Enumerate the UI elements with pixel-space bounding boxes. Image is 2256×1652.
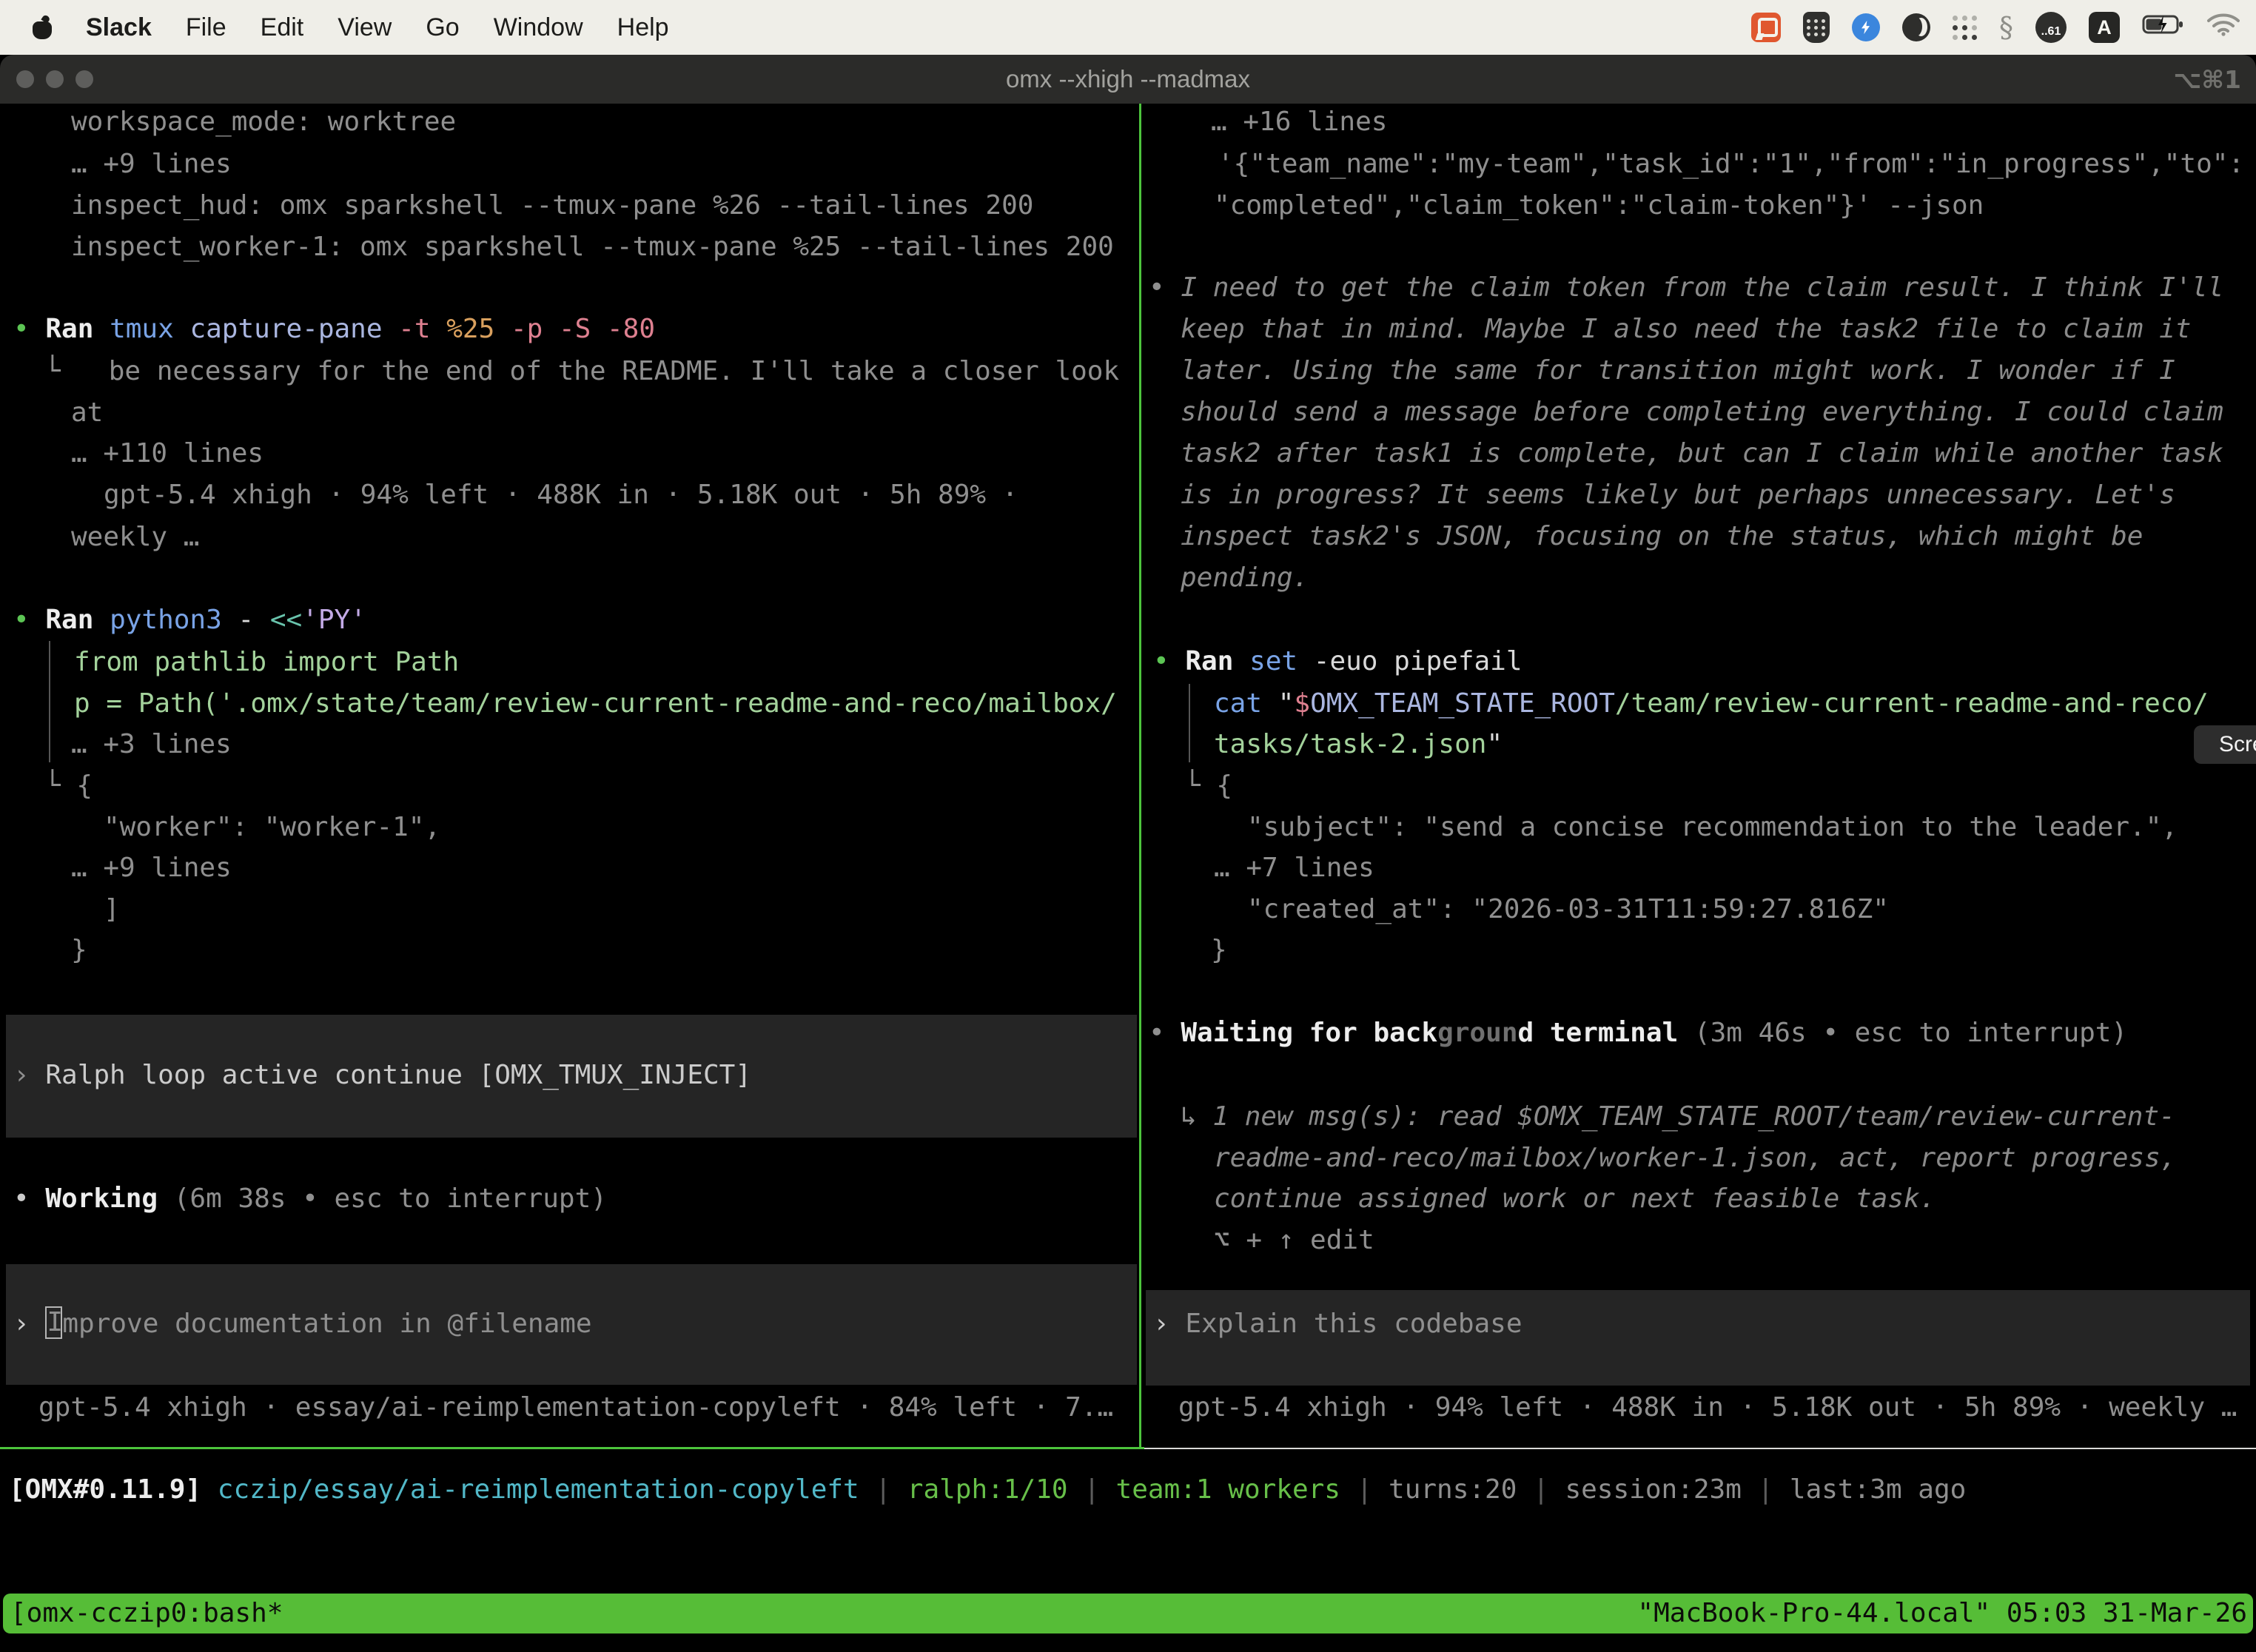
terminal-line: inspect_hud: omx sparkshell --tmux-pane …: [71, 185, 1033, 226]
waiting-status-line: • Waiting for background terminal (3m 46…: [1149, 1013, 2127, 1054]
omx-status-line: [OMX#0.11.9] cczip/essay/ai-reimplementa…: [9, 1469, 1966, 1511]
terminal-line: "created_at": "2026-03-31T11:59:27.816Z": [1247, 889, 1889, 930]
indent-rule: [1189, 684, 1190, 762]
terminal-line: continue assigned work or next feasible …: [1214, 1178, 1936, 1220]
terminal-line: pending.: [1181, 557, 1309, 599]
tmux-session-label: [omx-cczip0:bash*: [10, 1594, 283, 1633]
reasoning-line: • I need to get the claim token from the…: [1149, 267, 2223, 309]
terminal-line: … +3 lines: [71, 724, 232, 765]
terminal-line: … +9 lines: [71, 144, 232, 185]
terminal-line: └ {: [1184, 765, 1232, 807]
terminal-line: '{"team_name":"my-team","task_id":"1","f…: [1218, 144, 2244, 185]
terminal-line: p = Path('.omx/state/team/review-current…: [74, 683, 1117, 725]
pane-divider: [1139, 104, 1141, 1447]
terminal-line: }: [71, 930, 87, 971]
terminal-line: … +110 lines: [71, 433, 263, 474]
terminal-line: └ {: [44, 765, 93, 807]
ralph-status-line: › Ralph loop active continue [OMX_TMUX_I…: [13, 1055, 751, 1096]
tmux-host-time-label: "MacBook-Pro-44.local" 05:03 31-Mar-26: [1637, 1594, 2247, 1633]
terminal-line: ⌥ + ↑ edit: [1214, 1220, 1374, 1261]
terminal-line: keep that in mind. Maybe I also need the…: [1181, 309, 2191, 350]
terminal-line: ↳ 1 new msg(s): read $OMX_TEAM_STATE_ROO…: [1181, 1096, 2175, 1138]
terminal-line: from pathlib import Path: [74, 642, 459, 683]
terminal-line: weekly …: [71, 517, 199, 558]
ran-python-line: • Ran python3 - <<'PY': [13, 600, 366, 641]
text-cursor[interactable]: I: [45, 1306, 62, 1339]
tmux-status-bar: [omx-cczip0:bash* "MacBook-Pro-44.local"…: [3, 1594, 2253, 1633]
terminal-line: inspect_worker-1: omx sparkshell --tmux-…: [71, 226, 1114, 268]
terminal-line: }: [1211, 930, 1227, 971]
terminal-line: should send a message before completing …: [1181, 392, 2223, 433]
terminal-line: later. Using the same for transition mig…: [1181, 350, 2175, 392]
session-status-left: gpt-5.4 xhigh · essay/ai-reimplementatio…: [38, 1387, 1113, 1428]
terminal-line: workspace_mode: worktree: [71, 101, 456, 143]
prompt-right-line: › Explain this codebase: [1153, 1303, 1523, 1345]
desktop: SlackFileEditViewGoWindowHelp § ..61 A o…: [0, 0, 2256, 1652]
terminal-line: is in progress? It seems likely but perh…: [1181, 474, 2175, 516]
indent-rule: [49, 641, 50, 762]
screenshot-tooltip: Scre: [2194, 725, 2256, 764]
terminal-line: at: [71, 392, 103, 434]
terminal-line: inspect task2's JSON, focusing on the st…: [1181, 516, 2143, 557]
prompt-left-line: › Improve documentation in @filename: [13, 1303, 592, 1345]
terminal-line: cat "$OMX_TEAM_STATE_ROOT/team/review-cu…: [1214, 683, 2209, 725]
session-status-right: gpt-5.4 xhigh · 94% left · 488K in · 5.1…: [1178, 1387, 2237, 1428]
ran-set-pipefail-line: • Ran set -euo pipefail: [1153, 641, 1523, 682]
pane-divider: [0, 1447, 1144, 1449]
terminal-content: workspace_mode: worktree… +9 linesinspec…: [0, 0, 2256, 1652]
indent-rule: [1144, 1448, 2256, 1449]
terminal-line: … +16 lines: [1211, 101, 1387, 143]
terminal-line: └ be necessary for the end of the README…: [44, 351, 1119, 392]
terminal-line: … +9 lines: [71, 847, 232, 889]
terminal-line: ]: [104, 889, 120, 930]
terminal-line: tasks/task-2.json": [1214, 724, 1503, 765]
terminal-line: "completed","claim_token":"claim-token"}…: [1214, 185, 1984, 226]
terminal-line: task2 after task1 is complete, but can I…: [1181, 433, 2223, 474]
terminal-line: "worker": "worker-1",: [104, 807, 440, 848]
terminal-line: "subject": "send a concise recommendatio…: [1247, 807, 2178, 848]
ran-tmux-capture-line: • Ran tmux capture-pane -t %25 -p -S -80: [13, 309, 655, 350]
terminal-line: gpt-5.4 xhigh · 94% left · 488K in · 5.1…: [104, 474, 1018, 516]
terminal-line: … +7 lines: [1214, 847, 1374, 889]
terminal-line: readme-and-reco/mailbox/worker-1.json, a…: [1214, 1138, 2176, 1179]
working-status-line: • Working (6m 38s • esc to interrupt): [13, 1178, 607, 1220]
